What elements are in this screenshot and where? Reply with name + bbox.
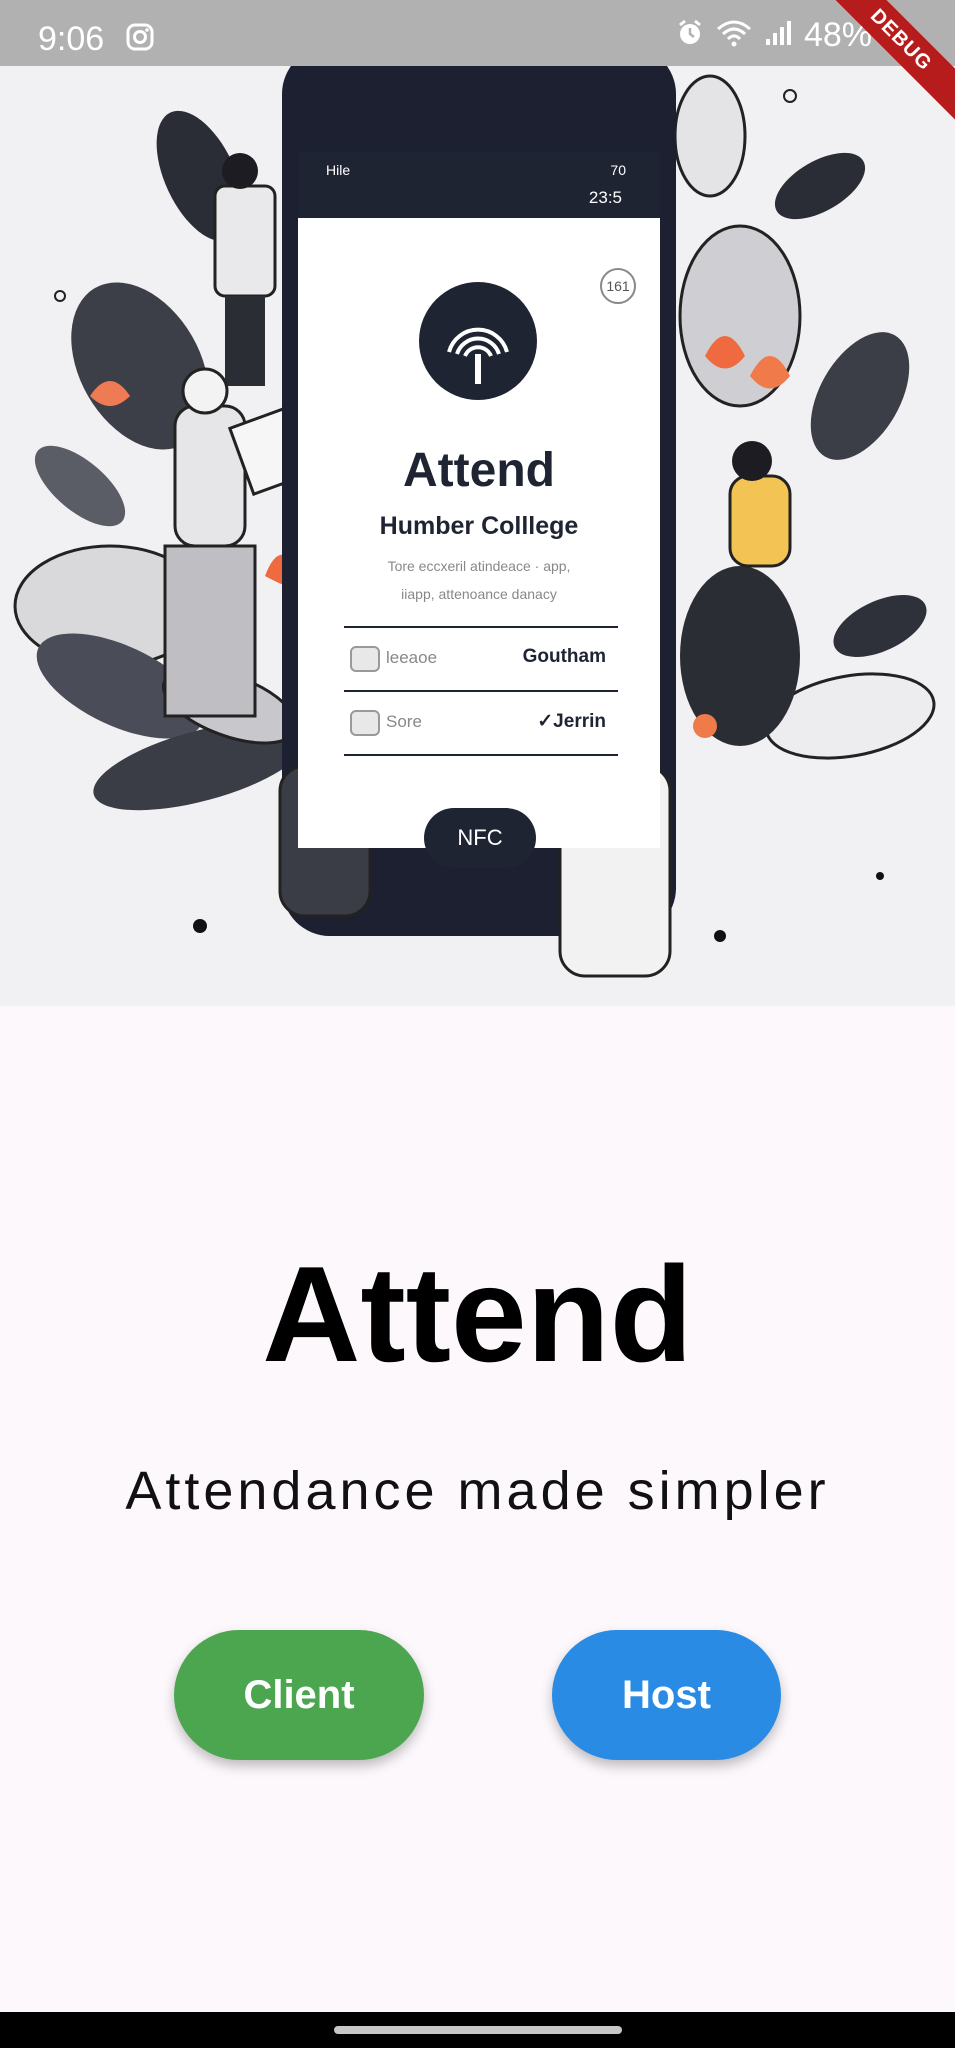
broadcast-icon bbox=[419, 282, 537, 400]
illustration-phone-screen: Hile 70 23:5 161 Attend Humber Colllege … bbox=[298, 152, 660, 912]
row-label: leeaoe bbox=[386, 648, 438, 667]
app-title: Attend bbox=[262, 1238, 693, 1390]
phone-tagline-line-1: Tore eccxeril atindeace · app, bbox=[387, 558, 571, 574]
row-value: Goutham bbox=[522, 646, 606, 667]
phone-app-title: Attend bbox=[403, 444, 555, 497]
phone-list-row: Sore ✓Jerrin bbox=[344, 690, 618, 756]
status-time: 9:06 bbox=[38, 20, 105, 58]
navigation-bar bbox=[0, 2012, 955, 2048]
phone-tagline-line-2: iiapp, attenoance danacy bbox=[401, 586, 557, 602]
phone-badge: 161 bbox=[600, 268, 636, 304]
phone-status-area: Hile 70 23:5 bbox=[298, 152, 660, 218]
wifi-icon bbox=[716, 19, 752, 52]
row-icon bbox=[350, 646, 380, 672]
instagram-icon bbox=[125, 22, 155, 57]
phone-app-screen: 161 Attend Humber Colllege Tore eccxeril… bbox=[298, 218, 660, 848]
client-button[interactable]: Client bbox=[174, 1630, 424, 1760]
row-value: ✓Jerrin bbox=[537, 711, 606, 732]
phone-nfc-badge: NFC bbox=[424, 808, 536, 868]
home-gesture-handle[interactable] bbox=[334, 2026, 622, 2034]
row-icon bbox=[350, 710, 380, 736]
app-subtitle: Attendance made simpler bbox=[125, 1461, 830, 1521]
phone-clock: 23:5 bbox=[588, 188, 622, 207]
alarm-icon bbox=[676, 19, 704, 52]
phone-college-name: Humber Colllege bbox=[379, 512, 579, 540]
hero-illustration: Hile 70 23:5 161 Attend Humber Colllege … bbox=[0, 66, 955, 1006]
host-button[interactable]: Host bbox=[552, 1630, 781, 1760]
phone-tagline: Tore eccxeril atindeace · app, iiapp, at… bbox=[338, 552, 620, 608]
phone-list-row: leeaoe Goutham bbox=[344, 626, 618, 690]
row-label: Sore bbox=[386, 712, 422, 731]
signal-icon bbox=[764, 19, 792, 52]
phone-carrier: Hile bbox=[326, 162, 351, 178]
phone-signal: 70 bbox=[610, 162, 626, 178]
status-bar: 9:06 48% bbox=[0, 0, 955, 66]
